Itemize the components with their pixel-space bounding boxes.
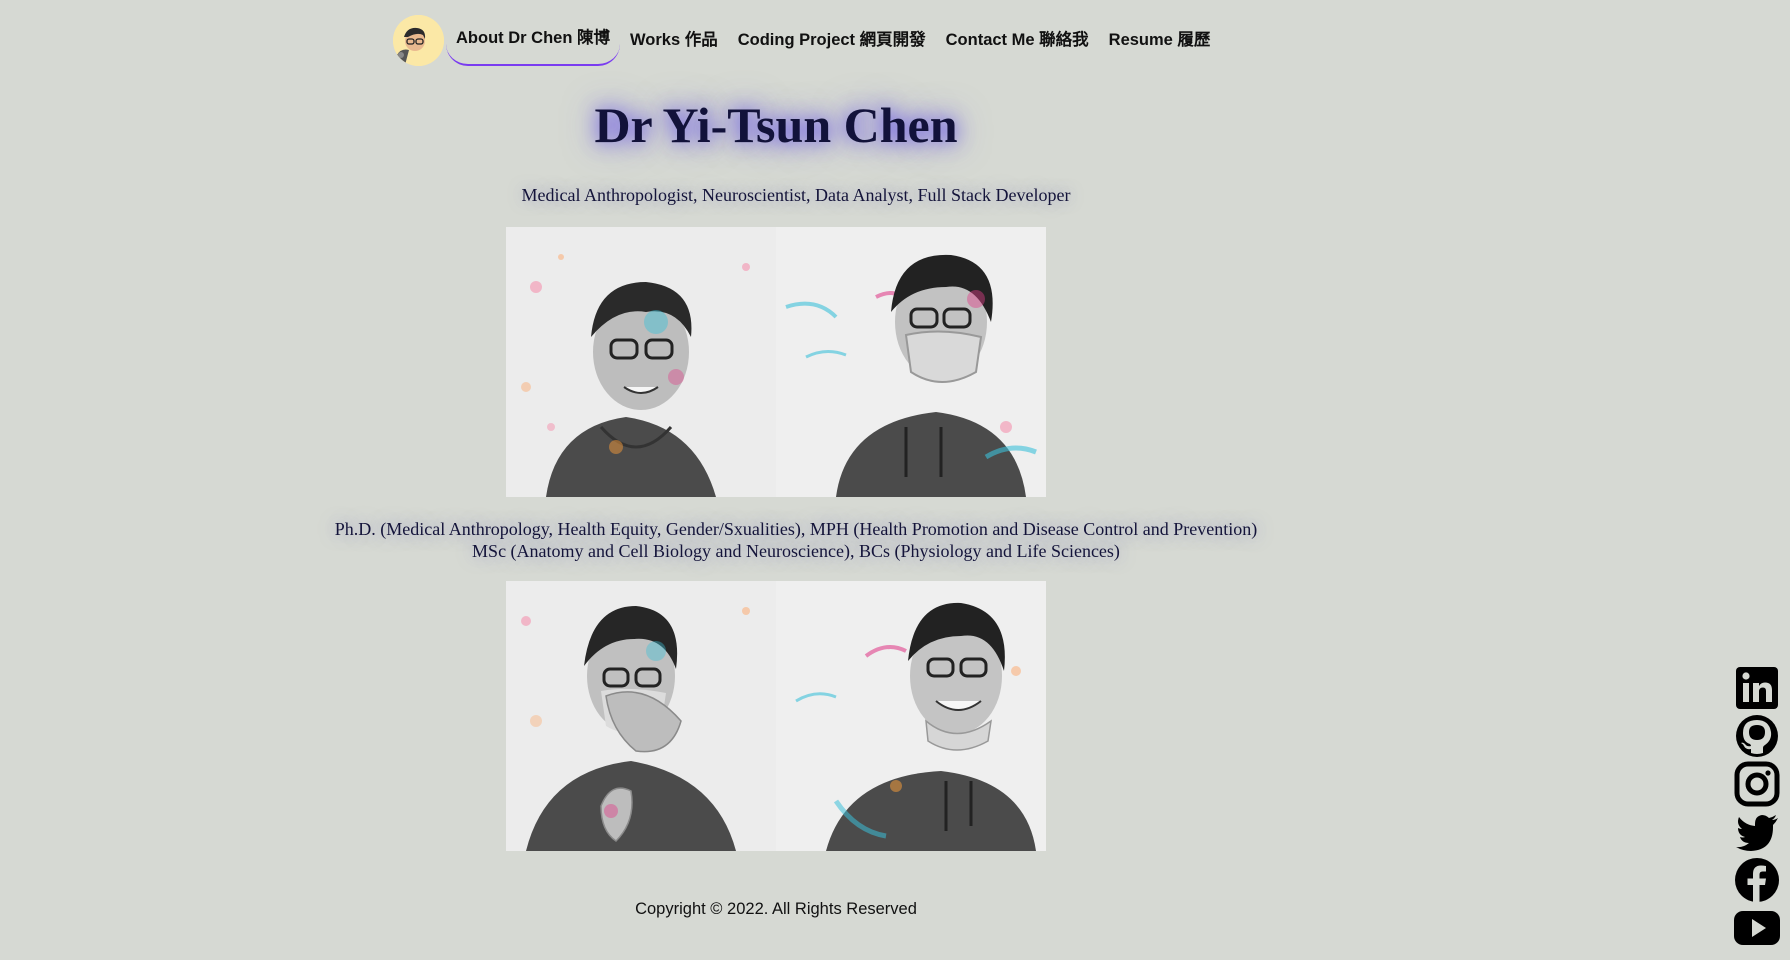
- portrait-masked-icon: [776, 227, 1046, 497]
- nav-item-works[interactable]: Works 作品: [620, 14, 728, 66]
- portrait-smiling-icon: [506, 227, 776, 497]
- portrait-laughing-icon: [776, 581, 1046, 851]
- photo-row-top: [506, 227, 1046, 497]
- degrees: Ph.D. (Medical Anthropology, Health Equi…: [0, 518, 1592, 562]
- degrees-line-1: Ph.D. (Medical Anthropology, Health Equi…: [334, 519, 1258, 539]
- subtitle: Medical Anthropologist, Neuroscientist, …: [521, 185, 1071, 205]
- nav-item-resume[interactable]: Resume 履歷: [1099, 14, 1221, 66]
- nav-item-contact[interactable]: Contact Me 聯絡我: [936, 14, 1099, 66]
- linkedin-icon[interactable]: [1733, 664, 1781, 712]
- social-bar: [1732, 664, 1782, 952]
- nav-items: About Dr Chen 陳博 Works 作品 Coding Project…: [446, 14, 1220, 66]
- facebook-icon[interactable]: [1733, 856, 1781, 904]
- photo-row-bottom: [506, 581, 1046, 851]
- github-icon[interactable]: [1733, 712, 1781, 760]
- portrait-hand-over-face-icon: [506, 581, 776, 851]
- page: About Dr Chen 陳博 Works 作品 Coding Project…: [0, 0, 1790, 960]
- youtube-icon[interactable]: [1733, 904, 1781, 952]
- avatar-logo-icon[interactable]: [393, 14, 444, 66]
- twitter-icon[interactable]: [1733, 808, 1781, 856]
- main-nav: About Dr Chen 陳博 Works 作品 Coding Project…: [393, 14, 1220, 66]
- page-title: Dr Yi-Tsun Chen: [594, 97, 958, 153]
- nav-item-coding-project[interactable]: Coding Project 網頁開發: [728, 14, 936, 66]
- copyright-text: Copyright © 2022. All Rights Reserved: [635, 900, 917, 918]
- instagram-icon[interactable]: [1733, 760, 1781, 808]
- nav-item-about[interactable]: About Dr Chen 陳博: [446, 14, 620, 66]
- degrees-line-2: MSc (Anatomy and Cell Biology and Neuros…: [472, 541, 1120, 561]
